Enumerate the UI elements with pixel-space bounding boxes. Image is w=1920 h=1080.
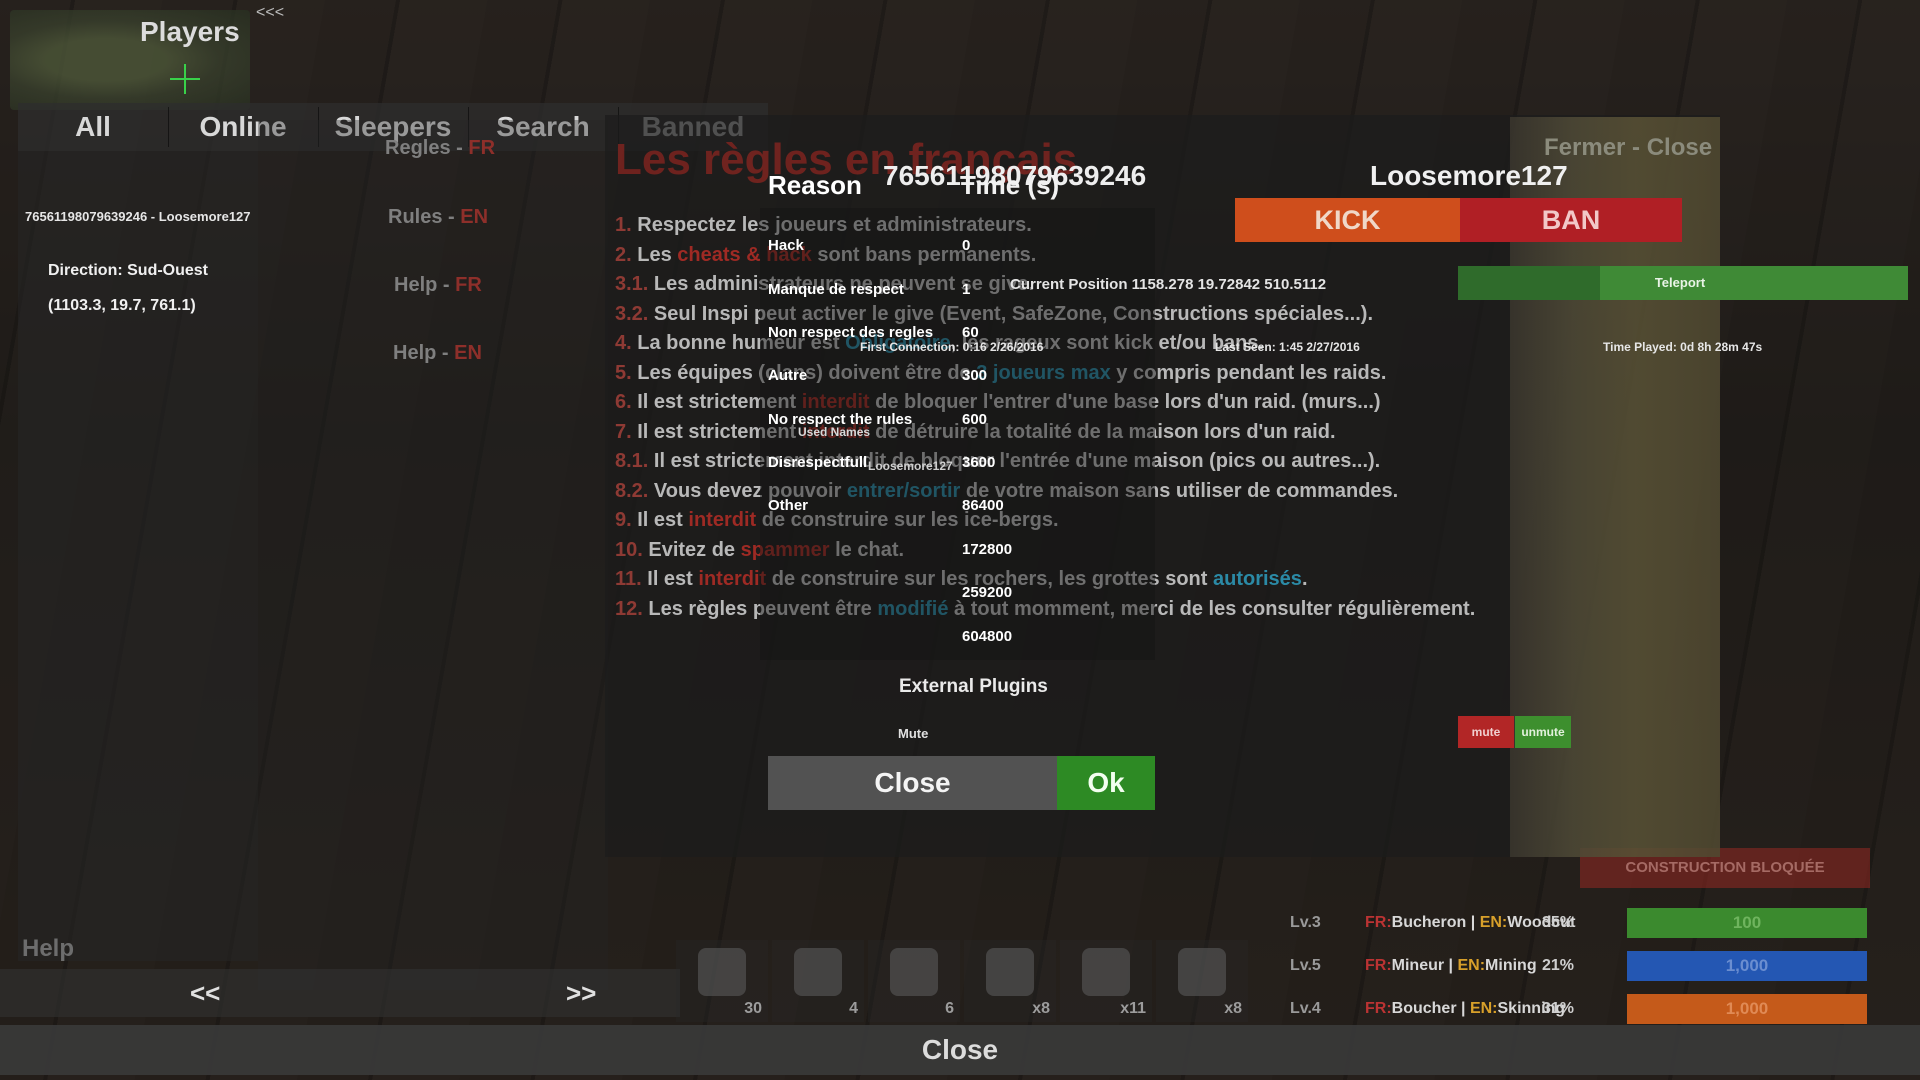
hotbar-slot[interactable]: x8: [1156, 940, 1248, 1022]
hotbar-slot[interactable]: 30: [676, 940, 768, 1022]
skill-bar: 1,000: [1627, 994, 1867, 1024]
rules-nav-panel: [258, 120, 608, 990]
used-names-label: Used Names: [798, 425, 871, 439]
reason-option[interactable]: Disrespectfull: [768, 454, 867, 471]
time-option[interactable]: 86400: [962, 497, 1004, 514]
external-plugins-heading: External Plugins: [899, 676, 1048, 697]
reason-option[interactable]: Autre: [768, 367, 807, 384]
mute-button[interactable]: mute: [1458, 716, 1514, 748]
first-connection: First Connection: 0:16 2/26/2016: [860, 340, 1044, 354]
time-option[interactable]: 259200: [962, 584, 1012, 601]
time-option[interactable]: 600: [962, 411, 987, 428]
reason-option[interactable]: Non respect des regles: [768, 324, 933, 341]
skill-percent: 35%: [1542, 914, 1575, 931]
skill-level: Lv.3: [1290, 914, 1321, 931]
skill-percent: 21%: [1542, 957, 1575, 974]
last-seen: Last Seen: 1:45 2/27/2016: [1215, 340, 1360, 354]
tab-all[interactable]: All: [18, 103, 168, 151]
reason-option[interactable]: Other: [768, 497, 808, 514]
coords-text: (1103.3, 19.7, 761.1): [48, 297, 196, 314]
time-played: Time Played: 0d 8h 28m 47s: [1603, 340, 1763, 354]
skill-name: FR:Mineur | EN:Mining: [1365, 957, 1537, 974]
time-option[interactable]: 172800: [962, 541, 1012, 558]
item-icon: [986, 948, 1034, 996]
item-icon: [794, 948, 842, 996]
time-option[interactable]: 3600: [962, 454, 995, 471]
item-icon: [890, 948, 938, 996]
help-label: Help: [22, 935, 75, 962]
mute-label: Mute: [898, 726, 929, 741]
skill-percent: 31%: [1542, 1000, 1575, 1017]
next-page-button[interactable]: >>: [566, 978, 596, 1009]
time-option[interactable]: 604800: [962, 628, 1012, 645]
crosshair-icon: [170, 64, 200, 94]
hotbar-slot[interactable]: 4: [772, 940, 864, 1022]
skill-bar: 100: [1627, 908, 1867, 938]
teleport-button[interactable]: Teleport: [1600, 266, 1760, 300]
prev-page-button[interactable]: <<: [190, 978, 220, 1009]
hotbar-slot[interactable]: 6: [868, 940, 960, 1022]
unmute-button[interactable]: unmute: [1515, 716, 1571, 748]
time-option[interactable]: 1: [962, 281, 970, 298]
hotbar-slot[interactable]: x11: [1060, 940, 1152, 1022]
rules-nav-item[interactable]: Help - EN: [393, 342, 482, 365]
kick-button[interactable]: KICK: [1235, 198, 1460, 242]
reason-header: Reason: [768, 170, 862, 200]
skill-level: Lv.5: [1290, 957, 1321, 974]
time-option[interactable]: 60: [962, 324, 979, 341]
ban-button[interactable]: BAN: [1460, 198, 1682, 242]
direction-text: Direction: Sud-Ouest: [48, 262, 209, 279]
time-option[interactable]: 300: [962, 367, 987, 384]
hotbar-slot[interactable]: x8: [964, 940, 1056, 1022]
current-position: Current Position 1158.278 19.72842 510.5…: [1010, 276, 1327, 293]
reason-option[interactable]: Manque de respect: [768, 281, 904, 298]
item-icon: [1082, 948, 1130, 996]
time-header: Time (s): [960, 170, 1060, 200]
skill-name: FR:Boucher | EN:Skinning: [1365, 1000, 1566, 1017]
collapse-button[interactable]: <<<: [256, 4, 284, 22]
ok-button[interactable]: Ok: [1057, 756, 1155, 810]
time-option[interactable]: 0: [962, 237, 970, 254]
rules-nav-item[interactable]: Help - FR: [394, 274, 482, 297]
skill-level: Lv.4: [1290, 1000, 1321, 1017]
reason-option[interactable]: Hack: [768, 237, 804, 254]
item-icon: [1178, 948, 1226, 996]
player-list-item[interactable]: 76561198079639246 - Loosemore127: [25, 209, 251, 224]
close-button[interactable]: Close: [768, 756, 1057, 810]
rules-nav-item[interactable]: Regles - FR: [385, 137, 495, 160]
item-icon: [698, 948, 746, 996]
close-panel-button[interactable]: Close: [0, 1025, 1920, 1075]
fermer-close-label[interactable]: Fermer - Close: [1544, 134, 1712, 162]
used-name-item: Loosemore127: [868, 459, 953, 473]
panel-title: Players: [140, 16, 240, 47]
skill-bar: 1,000: [1627, 951, 1867, 981]
player-name: Loosemore127: [1370, 160, 1568, 191]
rules-nav-item[interactable]: Rules - EN: [388, 206, 488, 229]
